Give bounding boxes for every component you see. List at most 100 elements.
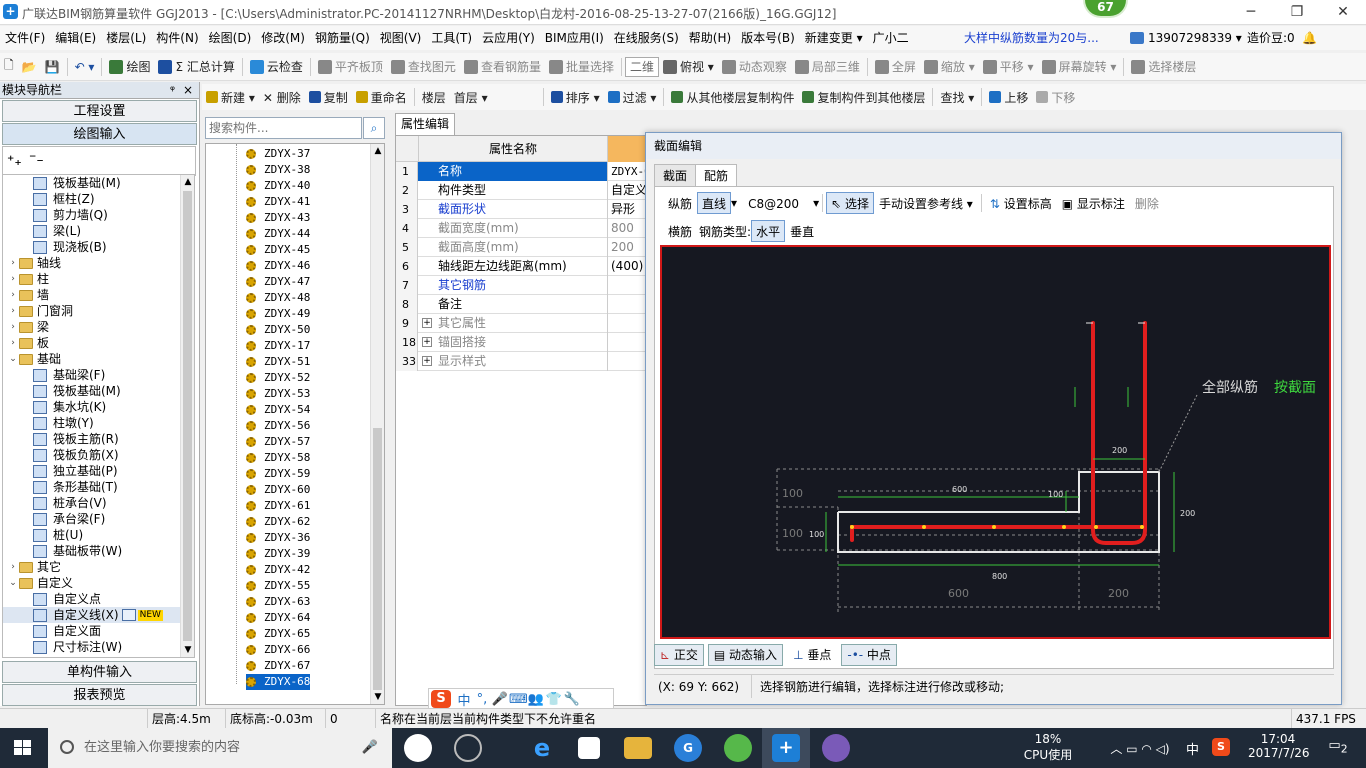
property-row[interactable]: 33 显示样式 + bbox=[396, 352, 646, 371]
property-value[interactable]: 异形 bbox=[608, 200, 646, 219]
expand-all-icon[interactable]: ⁺₊ bbox=[7, 153, 22, 169]
property-row[interactable]: 4 截面宽度(mm) 800 bbox=[396, 219, 646, 238]
menu-item-11[interactable]: 在线服务(S) bbox=[609, 26, 684, 50]
input-language[interactable]: 中 bbox=[1186, 739, 1199, 758]
ime-users-icon[interactable]: 👥 bbox=[527, 692, 545, 707]
expand-plus-icon[interactable]: + bbox=[422, 318, 432, 328]
menu-item-2[interactable]: 楼层(L) bbox=[101, 26, 151, 50]
property-row[interactable]: 9 其它属性 + bbox=[396, 314, 646, 333]
taskbar-green-app-icon[interactable] bbox=[724, 734, 752, 762]
component-toolbar-button-9[interactable]: 复制构件到其他楼层 bbox=[798, 84, 929, 110]
tree-item[interactable]: 自定义线(X) NEW bbox=[3, 607, 181, 623]
menu-item-4[interactable]: 绘图(D) bbox=[204, 26, 257, 50]
transverse-rebar-button[interactable]: 横筋 bbox=[663, 220, 697, 242]
toolbar-button-15[interactable]: 选择楼层 bbox=[1127, 54, 1200, 80]
component-search-input[interactable] bbox=[205, 117, 362, 139]
dim-600-bottom[interactable]: 600 bbox=[948, 587, 969, 600]
toolbar-button-14[interactable]: 屏幕旋转 ▾ bbox=[1038, 54, 1121, 80]
property-row[interactable]: 1 名称 ZDYX-6 bbox=[396, 162, 646, 181]
taskbar-ggj-icon[interactable]: + bbox=[772, 734, 800, 762]
line-mode-dropdown-icon[interactable]: ▾ bbox=[731, 196, 737, 210]
tree-item[interactable]: › 梁 bbox=[3, 319, 181, 335]
component-list-item[interactable]: ZDYX-49 bbox=[246, 306, 310, 322]
component-list-item[interactable]: ZDYX-50 bbox=[246, 322, 310, 338]
component-list-item[interactable]: ZDYX-52 bbox=[246, 370, 310, 386]
tree-scrollbar[interactable]: ▲ ▼ bbox=[180, 175, 194, 657]
property-row[interactable]: 6 轴线距左边线距离(mm) (400) bbox=[396, 257, 646, 276]
component-list-item[interactable]: ZDYX-41 bbox=[246, 194, 310, 210]
save-icon[interactable]: 💾 bbox=[41, 54, 64, 80]
vertical-button[interactable]: 垂直 bbox=[785, 220, 819, 242]
windows-start-icon[interactable] bbox=[14, 740, 32, 756]
tree-item[interactable]: 条形基础(T) bbox=[3, 479, 181, 495]
component-list-item[interactable]: ZDYX-46 bbox=[246, 258, 310, 274]
dim-600-top[interactable]: 600 bbox=[952, 485, 967, 494]
component-toolbar-button-12[interactable]: 下移 bbox=[1032, 84, 1079, 110]
report-preview-button[interactable]: 报表预览 bbox=[2, 684, 197, 706]
tray-icons[interactable]: ︿ ▭ ◠ ◁) bbox=[1090, 740, 1190, 757]
select-button[interactable]: ⇖ 选择 bbox=[826, 192, 874, 214]
tree-item[interactable]: 筏板主筋(R) bbox=[3, 431, 181, 447]
scroll-up-icon[interactable]: ▲ bbox=[371, 144, 384, 158]
component-list-item[interactable]: ZDYX-64 bbox=[246, 610, 310, 626]
tree-item[interactable]: 基础梁(F) bbox=[3, 367, 181, 383]
tree-item[interactable]: 现浇板(B) bbox=[3, 239, 181, 255]
user-phone[interactable]: 13907298339 ▾ bbox=[1130, 26, 1242, 50]
component-list-item[interactable]: ZDYX-56 bbox=[246, 418, 310, 434]
component-list-item[interactable]: ZDYX-58 bbox=[246, 450, 310, 466]
taskbar-store-icon[interactable] bbox=[578, 737, 600, 759]
dim-100-step[interactable]: 100 bbox=[1048, 490, 1063, 499]
notification-badge[interactable]: 67 bbox=[1083, 0, 1128, 18]
scroll-down-icon[interactable]: ▼ bbox=[181, 643, 194, 657]
ime-skin-icon[interactable]: 👕 bbox=[545, 692, 563, 707]
dim-200-right[interactable]: 200 bbox=[1180, 509, 1195, 518]
menu-item-9[interactable]: 云应用(Y) bbox=[477, 26, 540, 50]
component-list-item[interactable]: ZDYX-40 bbox=[246, 178, 310, 194]
component-list-item[interactable]: ZDYX-67 bbox=[246, 658, 310, 674]
line-mode-button[interactable]: 直线 bbox=[697, 192, 732, 214]
toolbar-button-5[interactable]: 查看钢筋量 bbox=[460, 54, 545, 80]
component-list-item[interactable]: ZDYX-47 bbox=[246, 274, 310, 290]
component-toolbar-button-2[interactable]: 复制 bbox=[305, 84, 352, 110]
tree-expander-icon[interactable]: ⌄ bbox=[7, 351, 19, 367]
tree-item[interactable]: 筏板基础(M) bbox=[3, 383, 181, 399]
property-value[interactable]: 自定义 bbox=[608, 181, 646, 200]
component-toolbar-button-0[interactable]: 新建 ▾ bbox=[202, 84, 259, 110]
toolbar-button-9[interactable]: 动态观察 bbox=[718, 54, 791, 80]
toolbar-button-3[interactable]: 平齐板顶 bbox=[314, 54, 387, 80]
tree-item[interactable]: 梁(L) bbox=[3, 223, 181, 239]
tree-item[interactable]: 尺寸标注(W) bbox=[3, 639, 181, 655]
tree-item[interactable]: 柱墩(Y) bbox=[3, 415, 181, 431]
annotation-all-longitudinal[interactable]: 全部纵筋 bbox=[1202, 379, 1258, 396]
dim-100-left[interactable]: 100 bbox=[782, 487, 803, 500]
component-list-item[interactable]: ZDYX-60 bbox=[246, 482, 310, 498]
horizontal-button[interactable]: 水平 bbox=[751, 220, 786, 242]
component-toolbar-button-8[interactable]: 从其他楼层复制构件 bbox=[667, 84, 798, 110]
undo-icon[interactable]: ↶ ▾ bbox=[71, 54, 99, 80]
component-toolbar-button-1[interactable]: ✕ 删除 bbox=[259, 84, 305, 110]
taskbar-search-box[interactable]: 在这里输入你要搜索的内容 🎤 bbox=[48, 728, 392, 768]
component-list-item[interactable]: ZDYX-68 bbox=[246, 674, 311, 690]
component-list-item[interactable]: ZDYX-54 bbox=[246, 402, 310, 418]
tree-item[interactable]: 集水坑(K) bbox=[3, 399, 181, 415]
news-ticker[interactable]: 大样中纵筋数量为20与... bbox=[964, 26, 1099, 50]
menu-item-14[interactable]: 新建变更 ▾ bbox=[800, 26, 868, 50]
dim-100-left2[interactable]: 100 bbox=[782, 527, 803, 540]
tree-item[interactable]: 自定义面 bbox=[3, 623, 181, 639]
property-row[interactable]: 3 截面形状 异形 bbox=[396, 200, 646, 219]
dim-100-inner[interactable]: 100 bbox=[809, 530, 824, 539]
component-list-item[interactable]: ZDYX-66 bbox=[246, 642, 310, 658]
component-list-item[interactable]: ZDYX-62 bbox=[246, 514, 310, 530]
expand-plus-icon[interactable]: + bbox=[422, 337, 432, 347]
tab-section[interactable]: 截面 bbox=[654, 164, 697, 186]
component-toolbar-button-6[interactable]: 排序 ▾ bbox=[547, 84, 604, 110]
price-beans[interactable]: 造价豆:0 bbox=[1247, 26, 1295, 50]
ime-chinese-toggle[interactable]: 中 bbox=[455, 690, 473, 709]
tree-item[interactable]: 筏板负筋(X) bbox=[3, 447, 181, 463]
menu-item-5[interactable]: 修改(M) bbox=[256, 26, 310, 50]
taskbar-app-flower-icon[interactable] bbox=[404, 734, 432, 762]
action-center-icon[interactable]: ▭2 bbox=[1326, 738, 1350, 756]
open-file-icon[interactable]: 📂 bbox=[18, 54, 41, 80]
tab-property-edit[interactable]: 属性编辑 bbox=[395, 113, 455, 135]
component-list-item[interactable]: ZDYX-48 bbox=[246, 290, 310, 306]
